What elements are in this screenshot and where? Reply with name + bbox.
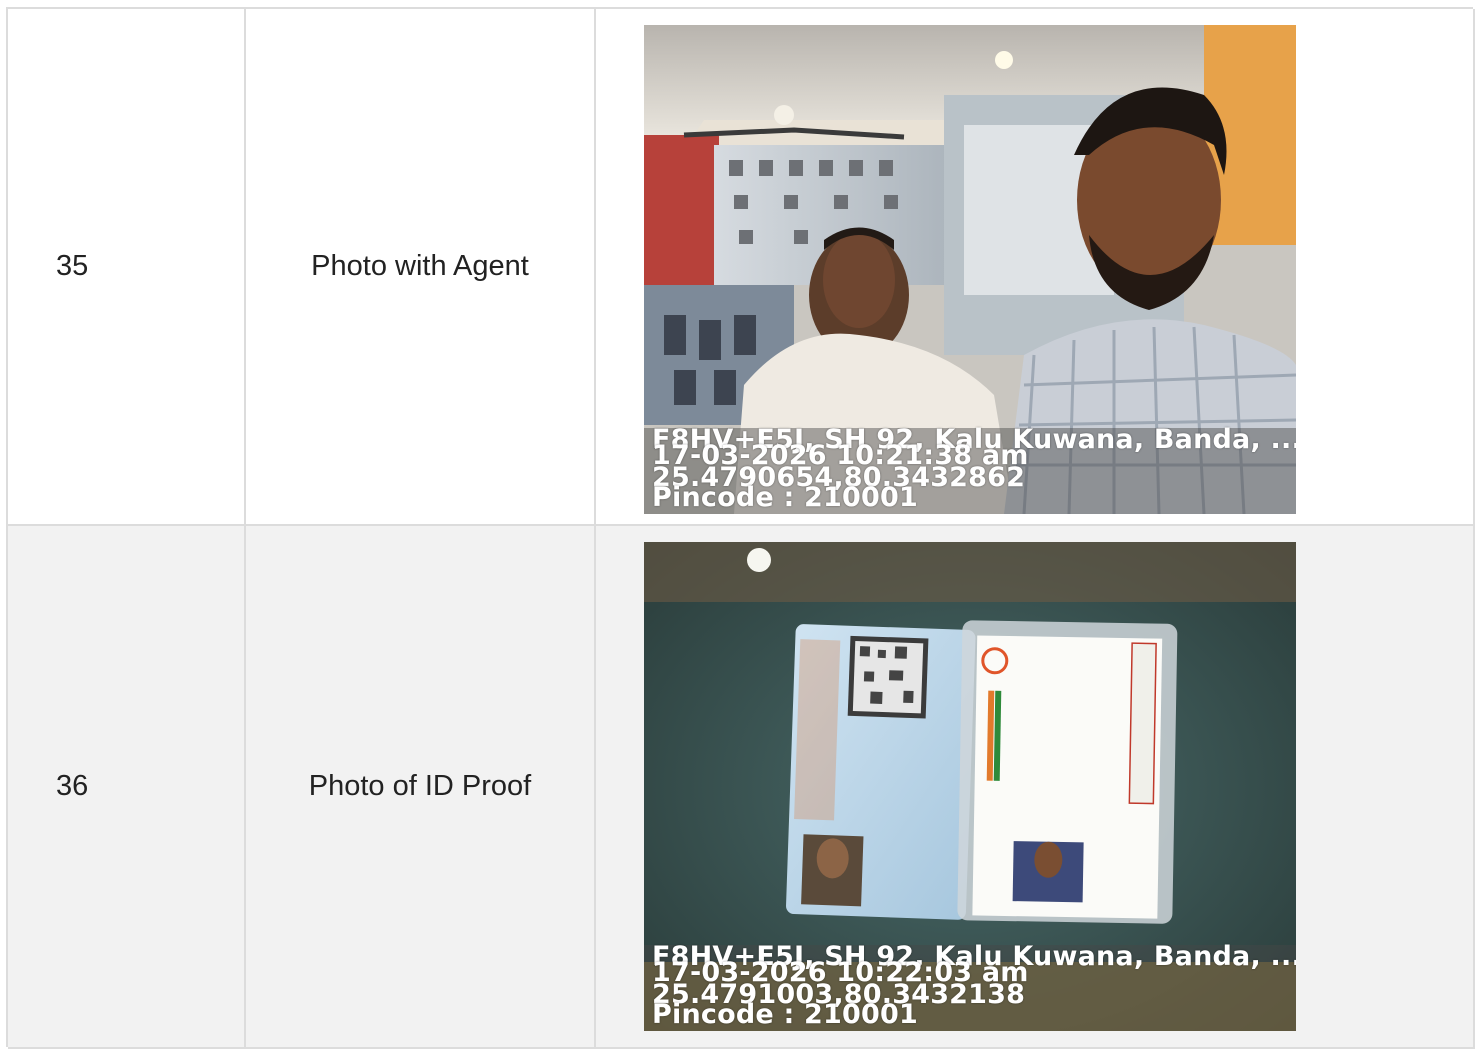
table-row: 36 Photo of ID Proof F8HV+E5J, SH 92, Ka… (8, 526, 1475, 1049)
records-table: 35 Photo with Agent F8HV+E5J, SH 92, Kal… (6, 7, 1475, 1049)
row-number: 36 (56, 770, 89, 802)
row-number-cell: 35 (8, 9, 246, 524)
id-proof-photo[interactable]: F8HV+E5J, SH 92, Kalu Kuwana, Banda, ...… (644, 542, 1296, 1031)
row-label: Photo of ID Proof (308, 770, 532, 802)
row-number-cell: 36 (8, 526, 246, 1047)
row-number: 35 (56, 250, 89, 282)
stamp-pincode: Pincode : 210001 (652, 999, 918, 1030)
row-photo-cell: F8HV+E5J, SH 92, Kalu Kuwana, Banda, ...… (596, 9, 1475, 524)
row-label-cell: Photo of ID Proof (246, 526, 596, 1047)
stamp-pincode: Pincode : 210001 (652, 482, 918, 513)
photo-geo-stamp: F8HV+E5J, SH 92, Kalu Kuwana, Banda, ...… (644, 943, 1296, 1031)
row-label: Photo with Agent (311, 250, 529, 282)
photo-geo-stamp: F8HV+E5J, SH 92, Kalu Kuwana, Banda, ...… (644, 426, 1296, 514)
row-label-cell: Photo with Agent (246, 9, 596, 524)
row-photo-cell: F8HV+E5J, SH 92, Kalu Kuwana, Banda, ...… (596, 526, 1475, 1047)
agent-photo[interactable]: F8HV+E5J, SH 92, Kalu Kuwana, Banda, ...… (644, 25, 1296, 514)
table-row: 35 Photo with Agent F8HV+E5J, SH 92, Kal… (8, 9, 1475, 526)
